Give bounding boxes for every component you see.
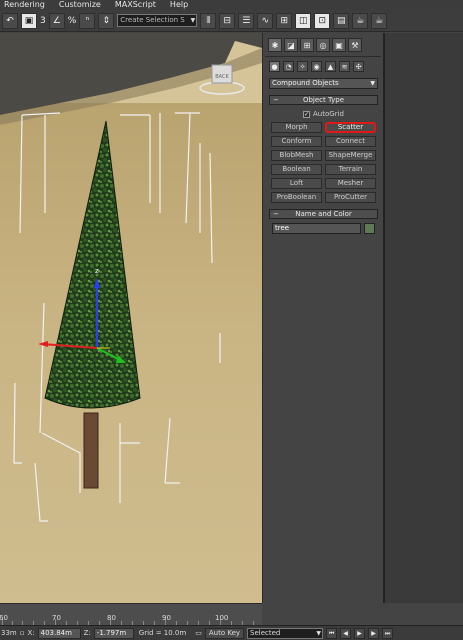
render-icon[interactable]: ☕ [352, 12, 369, 29]
mirror-icon[interactable]: ⫴ [200, 12, 217, 29]
teapot-render-icon[interactable]: ☕ [371, 12, 388, 29]
category-dropdown[interactable]: Compound Objects [269, 78, 378, 89]
image-save-icon[interactable]: ▣ [21, 12, 37, 29]
modify-tab-icon[interactable]: ◪ [284, 38, 298, 52]
utilities-tab-icon[interactable]: ⚒ [348, 38, 362, 52]
layer-icon[interactable]: ☰ [238, 12, 255, 29]
object-type-header[interactable]: Object Type [269, 95, 378, 105]
display-tab-icon[interactable]: ▣ [332, 38, 346, 52]
main-toolbar: ↶ ▣ 3 ∠ % ⁿ ⇕ Create Selection S ⫴ ⊟ ☰ ∿… [0, 10, 463, 32]
shapes-tab-icon[interactable]: ◔ [283, 61, 294, 72]
viewport-canvas: BACK z [0, 33, 262, 603]
mesher-button[interactable]: Mesher [325, 178, 376, 189]
autogrid-row: ✓ AutoGrid [272, 109, 375, 119]
status-bar: 33m ▫ X: 403.84m Z: -1.797m Grid = 10.0m… [0, 625, 463, 640]
create-subtabs: ● ◔ ✧ ◉ ▲ ≋ ✣ [263, 57, 383, 72]
ruler-label: 100 [215, 614, 229, 622]
curve-editor-icon[interactable]: ∿ [257, 12, 274, 29]
menu-maxscript[interactable]: MAXScript [115, 0, 156, 10]
hierarchy-tab-icon[interactable]: ⊞ [300, 38, 314, 52]
z-label: Z: [83, 629, 91, 637]
prev-frame-icon[interactable]: ◀ [340, 627, 352, 639]
shapemerge-button[interactable]: ShapeMerge [325, 150, 376, 161]
material-editor-icon[interactable]: ◫ [295, 12, 312, 29]
ruler-label: 90 [162, 614, 171, 622]
terrain-button[interactable]: Terrain [325, 164, 376, 175]
tree-trunk[interactable] [83, 412, 99, 489]
auto-key-button[interactable]: Auto Key [204, 627, 245, 639]
right-panel-area [383, 33, 463, 603]
perspective-viewport[interactable]: BACK z [0, 33, 262, 603]
viewcube-label: BACK [215, 74, 229, 80]
selection-set-dropdown[interactable]: Create Selection S [117, 14, 198, 27]
angle-snap-icon[interactable]: ∠ [48, 12, 65, 29]
ruler-label: 80 [107, 614, 116, 622]
procutter-button[interactable]: ProCutter [325, 192, 376, 203]
systems-tab-icon[interactable]: ✣ [353, 61, 364, 72]
boolean-button[interactable]: Boolean [271, 164, 322, 175]
proboolean-button[interactable]: ProBoolean [271, 192, 322, 203]
name-row: tree [272, 223, 375, 234]
play-icon[interactable]: ▶ [354, 627, 366, 639]
cameras-tab-icon[interactable]: ◉ [311, 61, 322, 72]
status-cut-value: 33m [1, 629, 17, 637]
percent-snap-sub-icon[interactable]: ⁿ [79, 12, 96, 29]
lights-tab-icon[interactable]: ✧ [297, 61, 308, 72]
render-setup-icon[interactable]: ⊡ [314, 12, 331, 29]
grid-size-label: Grid = 10.0m [138, 629, 187, 637]
goto-end-icon[interactable]: ⏭ [382, 627, 394, 639]
autogrid-checkbox[interactable]: ✓ [303, 110, 311, 118]
undo-icon[interactable]: ↶ [2, 12, 18, 29]
object-color-swatch[interactable] [364, 223, 375, 234]
helpers-tab-icon[interactable]: ▲ [325, 61, 336, 72]
name-color-rollout: Name and Color tree [269, 209, 378, 238]
gizmo-z-label: z [95, 267, 99, 275]
loft-button[interactable]: Loft [271, 178, 322, 189]
conform-button[interactable]: Conform [271, 136, 322, 147]
goto-start-icon[interactable]: ⏮ [326, 627, 338, 639]
object-name-input[interactable]: tree [272, 223, 362, 234]
schematic-icon[interactable]: ⊞ [276, 12, 293, 29]
z-coordinate-field[interactable]: -1.797m [93, 627, 134, 639]
align-icon[interactable]: ⊟ [219, 12, 236, 29]
time-tag-icon[interactable]: ▭ [195, 629, 202, 637]
menu-help[interactable]: Help [170, 0, 188, 10]
ruler-label: 60 [0, 614, 8, 622]
menu-rendering[interactable]: Rendering [4, 0, 45, 10]
blobmesh-button[interactable]: BlobMesh [271, 150, 322, 161]
autogrid-label: AutoGrid [313, 110, 344, 118]
command-panel-tabs: ✱ ◪ ⊞ ◎ ▣ ⚒ [263, 33, 383, 52]
connect-button[interactable]: Connect [325, 136, 376, 147]
spinner-snap-icon[interactable]: ⇕ [98, 12, 115, 29]
geometry-tab-icon[interactable]: ● [269, 61, 280, 72]
x-label: X: [27, 629, 35, 637]
menu-customize[interactable]: Customize [59, 0, 101, 10]
name-color-header[interactable]: Name and Color [269, 209, 378, 219]
key-filter-dropdown[interactable]: Selected [247, 627, 324, 639]
create-tab-icon[interactable]: ✱ [268, 38, 282, 52]
snap-3d-icon[interactable]: 3 [40, 16, 46, 26]
command-panel: ✱ ◪ ⊞ ◎ ▣ ⚒ ● ◔ ✧ ◉ ▲ ≋ ✣ Compound Objec… [262, 33, 383, 603]
morph-button[interactable]: Morph [271, 122, 322, 133]
rendered-frame-icon[interactable]: ▤ [333, 12, 350, 29]
lock-icon[interactable]: ▫ [20, 629, 25, 637]
object-type-buttons: Morph Scatter Conform Connect BlobMesh S… [271, 122, 376, 203]
timeline-ruler[interactable]: 60 70 80 90 100 [0, 603, 262, 625]
spacewarps-tab-icon[interactable]: ≋ [339, 61, 350, 72]
motion-tab-icon[interactable]: ◎ [316, 38, 330, 52]
ruler-label: 70 [52, 614, 61, 622]
scatter-button[interactable]: Scatter [325, 122, 376, 133]
percent-snap-icon[interactable]: % [68, 16, 77, 26]
next-frame-icon[interactable]: ▶ [368, 627, 380, 639]
object-type-rollout: Object Type ✓ AutoGrid Morph Scatter Con… [269, 95, 378, 207]
menu-bar: Rendering Customize MAXScript Help [0, 0, 463, 10]
x-coordinate-field[interactable]: 403.84m [37, 627, 81, 639]
